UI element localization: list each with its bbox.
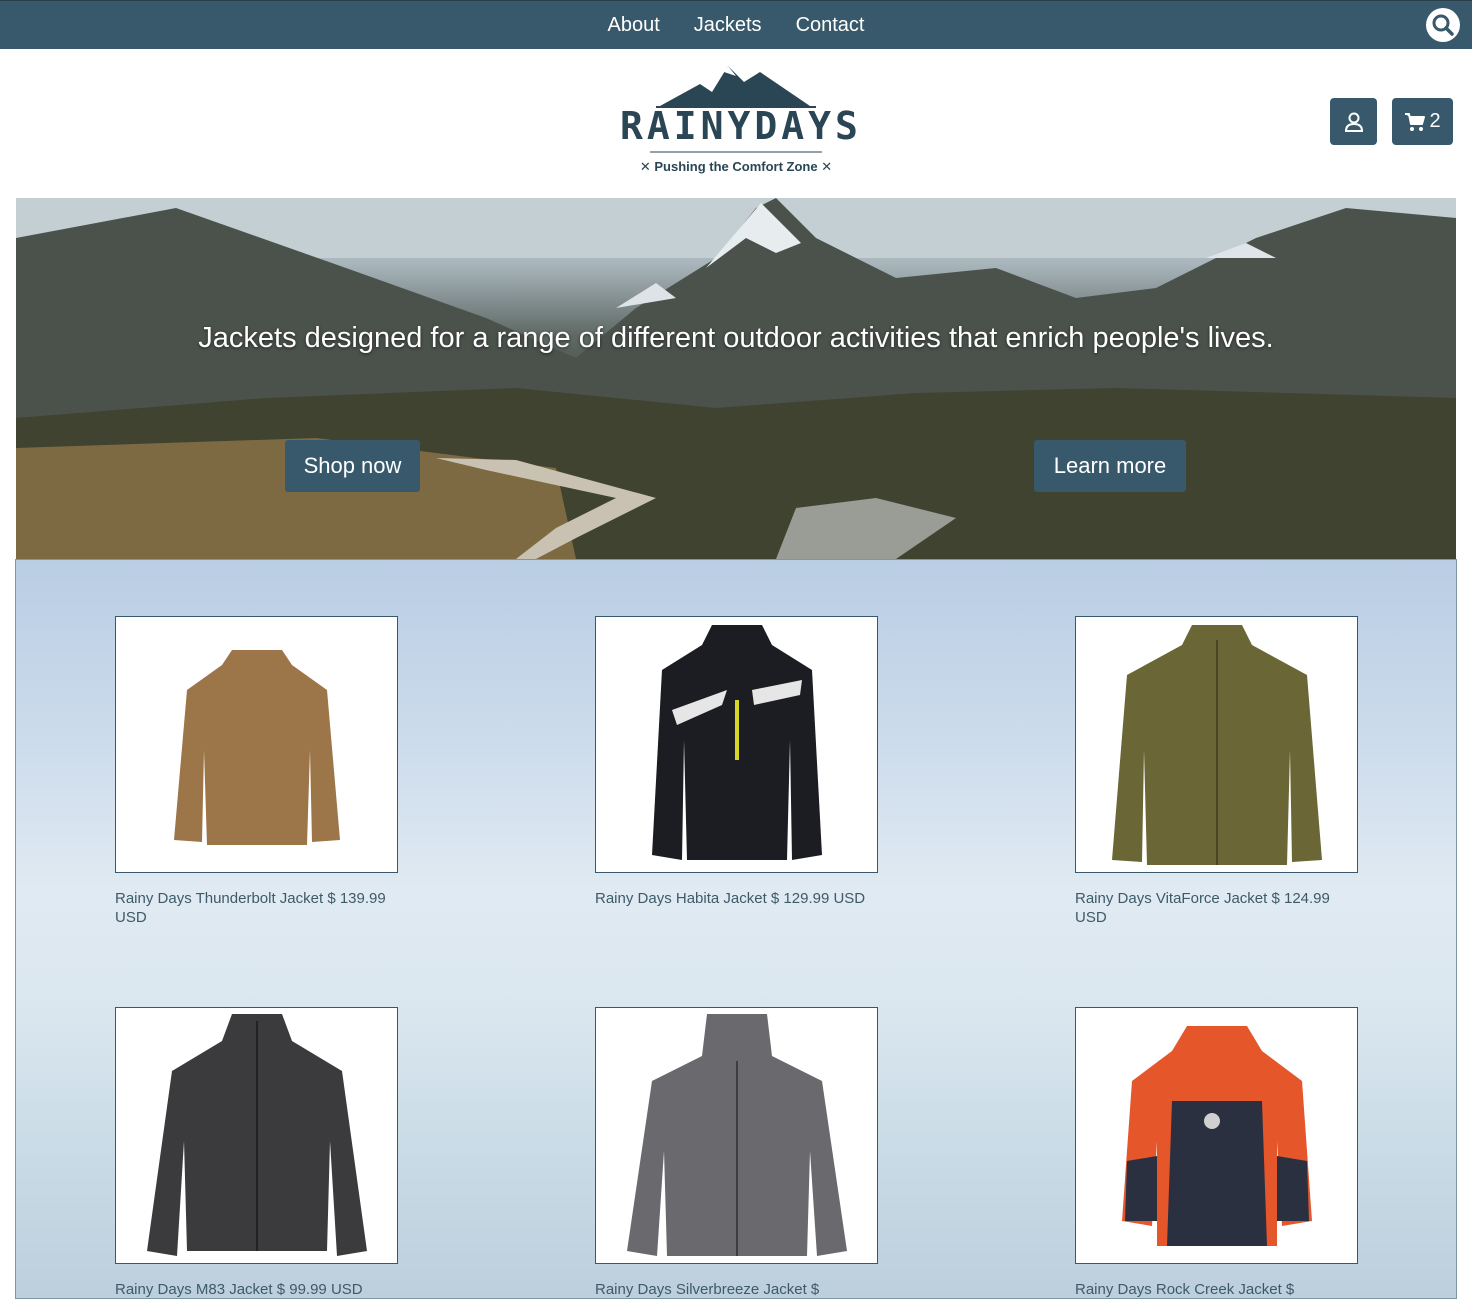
logo-rule xyxy=(650,151,822,153)
nav-link-about[interactable]: About xyxy=(607,14,659,37)
nav-link-jackets[interactable]: Jackets xyxy=(694,14,762,37)
search-button[interactable] xyxy=(1426,8,1460,42)
product-card[interactable]: Rainy Days M83 Jacket $ 99.99 USD xyxy=(115,1007,398,1299)
product-image[interactable] xyxy=(115,1007,398,1264)
jacket-icon xyxy=(1111,624,1322,865)
logo[interactable]: RAINYDAYS ✕ Pushing the Comfort Zone ✕ xyxy=(620,60,862,180)
product-grid: Rainy Days Thunderbolt Jacket $ 139.99 U… xyxy=(15,559,1457,1299)
jacket-icon xyxy=(1121,1025,1312,1246)
cart-icon xyxy=(1405,112,1426,131)
mountain-logo-icon xyxy=(656,66,816,108)
hero-headline: Jackets designed for a range of differen… xyxy=(198,322,1274,354)
product-image[interactable] xyxy=(115,616,398,873)
account-button[interactable] xyxy=(1330,98,1377,145)
hero-banner: Jackets designed for a range of differen… xyxy=(16,198,1456,559)
hero-landscape-image xyxy=(16,198,1456,559)
nav-link-contact[interactable]: Contact xyxy=(796,14,865,37)
logo-tagline: ✕ Pushing the Comfort Zone ✕ xyxy=(639,159,833,174)
product-caption[interactable]: Rainy Days M83 Jacket $ 99.99 USD xyxy=(115,1280,398,1299)
product-card[interactable]: Rainy Days Silverbreeze Jacket $ xyxy=(595,1007,878,1299)
product-caption[interactable]: Rainy Days VitaForce Jacket $ 124.99 USD xyxy=(1075,889,1358,927)
product-card[interactable]: Rainy Days Habita Jacket $ 129.99 USD xyxy=(595,616,878,908)
nav-links: About Jackets Contact xyxy=(0,1,1472,50)
shop-now-button[interactable]: Shop now xyxy=(285,440,420,492)
search-icon xyxy=(1432,14,1454,36)
jacket-icon xyxy=(651,624,822,860)
product-caption[interactable]: Rainy Days Thunderbolt Jacket $ 139.99 U… xyxy=(115,889,398,927)
product-image[interactable] xyxy=(1075,616,1358,873)
cart-button[interactable]: 2 xyxy=(1392,98,1453,145)
jacket-icon xyxy=(626,1013,847,1256)
product-image[interactable] xyxy=(595,616,878,873)
learn-more-button[interactable]: Learn more xyxy=(1034,440,1186,492)
cart-count: 2 xyxy=(1429,110,1441,132)
jacket-icon xyxy=(146,1013,367,1256)
user-icon xyxy=(1344,112,1363,132)
top-nav: About Jackets Contact xyxy=(0,0,1472,49)
product-caption[interactable]: Rainy Days Habita Jacket $ 129.99 USD xyxy=(595,889,878,908)
product-card[interactable]: Rainy Days Rock Creek Jacket $ xyxy=(1075,1007,1358,1299)
logo-wordmark: RAINYDAYS xyxy=(620,104,862,148)
product-image[interactable] xyxy=(595,1007,878,1264)
jacket-icon xyxy=(173,649,340,845)
product-caption[interactable]: Rainy Days Silverbreeze Jacket $ xyxy=(595,1280,878,1299)
product-image[interactable] xyxy=(1075,1007,1358,1264)
product-card[interactable]: Rainy Days Thunderbolt Jacket $ 139.99 U… xyxy=(115,616,398,927)
product-card[interactable]: Rainy Days VitaForce Jacket $ 124.99 USD xyxy=(1075,616,1358,927)
product-caption[interactable]: Rainy Days Rock Creek Jacket $ xyxy=(1075,1280,1358,1299)
